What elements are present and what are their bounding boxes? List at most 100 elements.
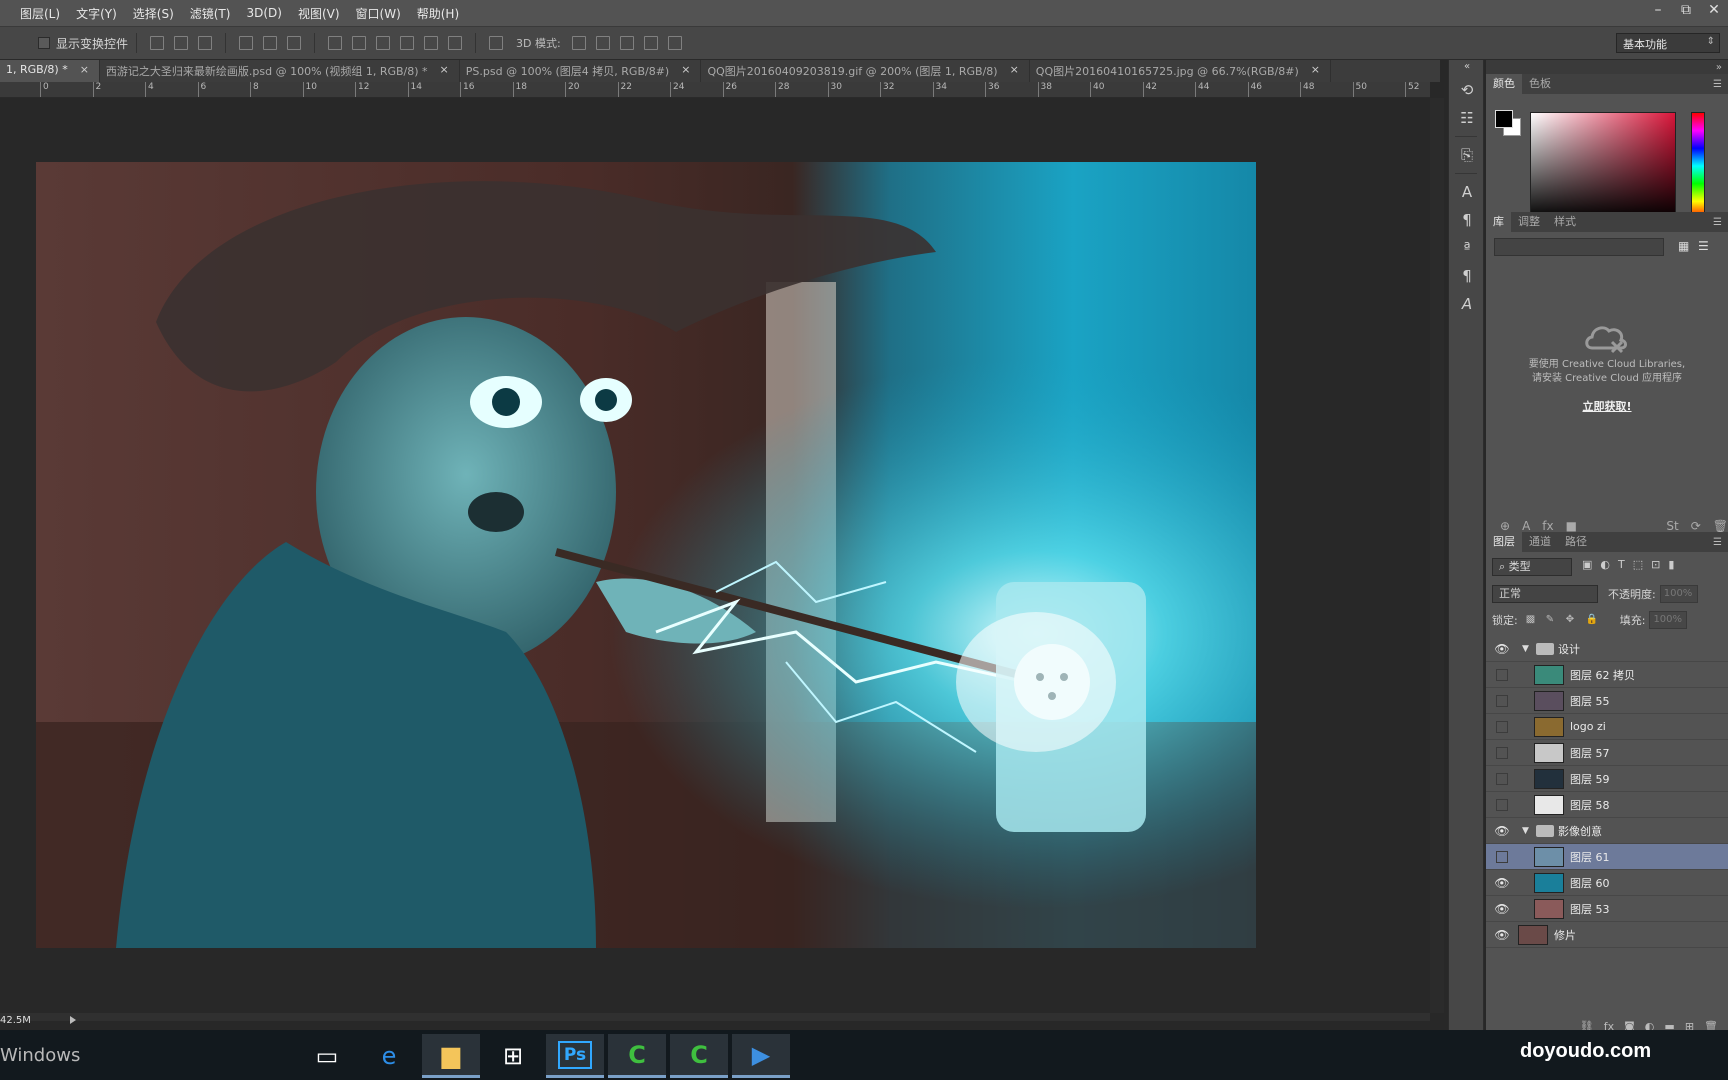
workspace-select[interactable]: 基本功能 (1616, 33, 1720, 53)
visibility-eye-icon[interactable]: 👁 (1494, 927, 1510, 943)
lock-all-icon[interactable]: 🔒 (1586, 614, 1598, 626)
minimize-button[interactable]: – (1644, 0, 1672, 22)
lock-position-icon[interactable]: ✥ (1566, 614, 1578, 626)
3d-roll-icon[interactable] (595, 36, 610, 50)
align-left-icon[interactable] (239, 36, 254, 50)
layer-row[interactable]: 👁 修片 (1486, 922, 1728, 948)
add-fx-icon[interactable]: fx (1542, 519, 1553, 533)
tab-close-icon[interactable]: × (440, 63, 449, 82)
tab-close-icon[interactable]: × (80, 63, 89, 82)
stock-icon[interactable]: St (1666, 519, 1678, 533)
3d-slide-icon[interactable] (643, 36, 658, 50)
visibility-toggle[interactable] (1496, 850, 1508, 863)
media-player-button[interactable]: ▶ (732, 1034, 790, 1078)
add-graphic-icon[interactable]: ⊕ (1500, 519, 1510, 533)
store-button[interactable]: ⊞ (484, 1034, 542, 1078)
fill-input[interactable]: 100% (1649, 611, 1688, 629)
distribute-right-icon[interactable] (448, 36, 463, 50)
filter-smart-object-icon[interactable]: ⊡ (1651, 558, 1660, 571)
filter-toggle-icon[interactable]: ▮ (1668, 558, 1674, 571)
expand-arrow-icon[interactable]: ▼ (1522, 826, 1529, 836)
tab-xiyouji[interactable]: 西游记之大圣归来最新绘画版.psd @ 100% (视频组 1, RGB/8) … (100, 60, 460, 82)
add-color-icon[interactable]: ■ (1566, 519, 1577, 533)
filter-pixel-icon[interactable]: ▣ (1582, 558, 1592, 571)
layer-row[interactable]: logo zi (1486, 714, 1728, 740)
layer-thumbnail[interactable] (1534, 794, 1564, 815)
show-transform-checkbox[interactable] (38, 37, 50, 49)
character-style-icon[interactable]: ª (1449, 234, 1485, 262)
menu-filter[interactable]: 滤镜(T) (182, 5, 239, 22)
layer-row[interactable]: 👁 图层 53 (1486, 896, 1728, 922)
align-bottom-icon[interactable] (198, 36, 213, 50)
visibility-eye-icon[interactable]: 👁 (1494, 823, 1510, 839)
tab-close-icon[interactable]: × (681, 63, 690, 82)
foreground-color-swatch[interactable] (1495, 110, 1513, 128)
menu-type[interactable]: 文字(Y) (68, 5, 125, 22)
layer-thumbnail[interactable] (1534, 846, 1564, 867)
tab-paths[interactable]: 路径 (1558, 532, 1594, 552)
filter-adjustment-icon[interactable]: ◐ (1600, 558, 1610, 571)
align-vcenter-icon[interactable] (174, 36, 189, 50)
tab-layers[interactable]: 图层 (1486, 532, 1522, 552)
visibility-toggle[interactable] (1496, 720, 1508, 733)
tab-current-doc[interactable]: 1, RGB/8) * × (0, 60, 100, 82)
align-right-icon[interactable] (287, 36, 302, 50)
layer-row[interactable]: 图层 62 拷贝 (1486, 662, 1728, 688)
menu-window[interactable]: 窗口(W) (348, 5, 409, 22)
auto-align-icon[interactable] (489, 36, 504, 50)
visibility-toggle[interactable] (1496, 798, 1508, 811)
tab-close-icon[interactable]: × (1311, 63, 1320, 82)
layer-thumbnail[interactable] (1534, 664, 1564, 685)
menu-layer[interactable]: 图层(L) (0, 5, 68, 22)
sync-icon[interactable]: ⟳ (1691, 519, 1701, 533)
library-select[interactable] (1494, 238, 1664, 256)
layer-thumbnail[interactable] (1534, 768, 1564, 789)
distribute-left-icon[interactable] (400, 36, 415, 50)
visibility-toggle[interactable] (1496, 772, 1508, 785)
distribute-bottom-icon[interactable] (376, 36, 391, 50)
canvas-area[interactable] (0, 98, 1430, 1013)
tab-adjustments[interactable]: 调整 (1511, 212, 1547, 232)
paragraph-style-icon[interactable]: ¶ (1449, 262, 1485, 290)
visibility-toggle[interactable] (1496, 746, 1508, 759)
tab-swatches[interactable]: 色板 (1522, 74, 1558, 94)
filter-shape-icon[interactable]: ⬚ (1633, 558, 1643, 571)
close-button[interactable]: ✕ (1700, 0, 1728, 22)
vertical-scrollbar[interactable] (1430, 98, 1444, 1013)
layer-row[interactable]: 图层 55 (1486, 688, 1728, 714)
menu-view[interactable]: 视图(V) (290, 5, 348, 22)
history-icon[interactable]: ⟲ (1449, 76, 1485, 104)
distribute-top-icon[interactable] (328, 36, 343, 50)
horizontal-scrollbar[interactable] (0, 1013, 1430, 1021)
align-hcenter-icon[interactable] (263, 36, 278, 50)
visibility-toggle[interactable] (1496, 694, 1508, 707)
layer-row[interactable]: 图层 58 (1486, 792, 1728, 818)
blend-mode-select[interactable]: 正常 (1492, 585, 1598, 603)
get-app-link[interactable]: 立即获取! (1486, 398, 1728, 414)
distribute-hcenter-icon[interactable] (424, 36, 439, 50)
3d-scale-icon[interactable] (667, 36, 682, 50)
tab-ps-psd[interactable]: PS.psd @ 100% (图层4 拷贝, RGB/8#) × (460, 60, 702, 82)
visibility-eye-icon[interactable]: 👁 (1494, 641, 1510, 657)
menu-3d[interactable]: 3D(D) (238, 6, 289, 20)
color-picker-field[interactable] (1530, 112, 1676, 220)
panel-menu-icon[interactable]: ☰ (1713, 537, 1722, 548)
camtasia-button[interactable]: C (608, 1034, 666, 1078)
tab-qq-gif[interactable]: QQ图片20160409203819.gif @ 200% (图层 1, RGB… (701, 60, 1030, 82)
panel-menu-icon[interactable]: ☰ (1713, 79, 1722, 90)
layer-row[interactable]: 图层 61 (1486, 844, 1728, 870)
layer-row[interactable]: 图层 57 (1486, 740, 1728, 766)
layer-thumbnail[interactable] (1534, 872, 1564, 893)
collapse-arrows-icon[interactable]: « (1449, 60, 1485, 76)
lock-transparency-icon[interactable]: ▩ (1526, 614, 1538, 626)
opacity-input[interactable]: 100% (1659, 585, 1698, 603)
layer-thumbnail[interactable] (1534, 690, 1564, 711)
add-text-icon[interactable]: A (1522, 519, 1530, 533)
menu-select[interactable]: 选择(S) (125, 5, 182, 22)
menu-help[interactable]: 帮助(H) (409, 5, 467, 22)
layer-thumbnail[interactable] (1534, 716, 1564, 737)
filter-type-icon[interactable]: T (1618, 558, 1625, 571)
glyphs-icon[interactable]: A (1449, 290, 1485, 318)
edge-button[interactable]: e (360, 1034, 418, 1078)
layer-filter-select[interactable]: ⌕ 类型 (1492, 558, 1572, 576)
